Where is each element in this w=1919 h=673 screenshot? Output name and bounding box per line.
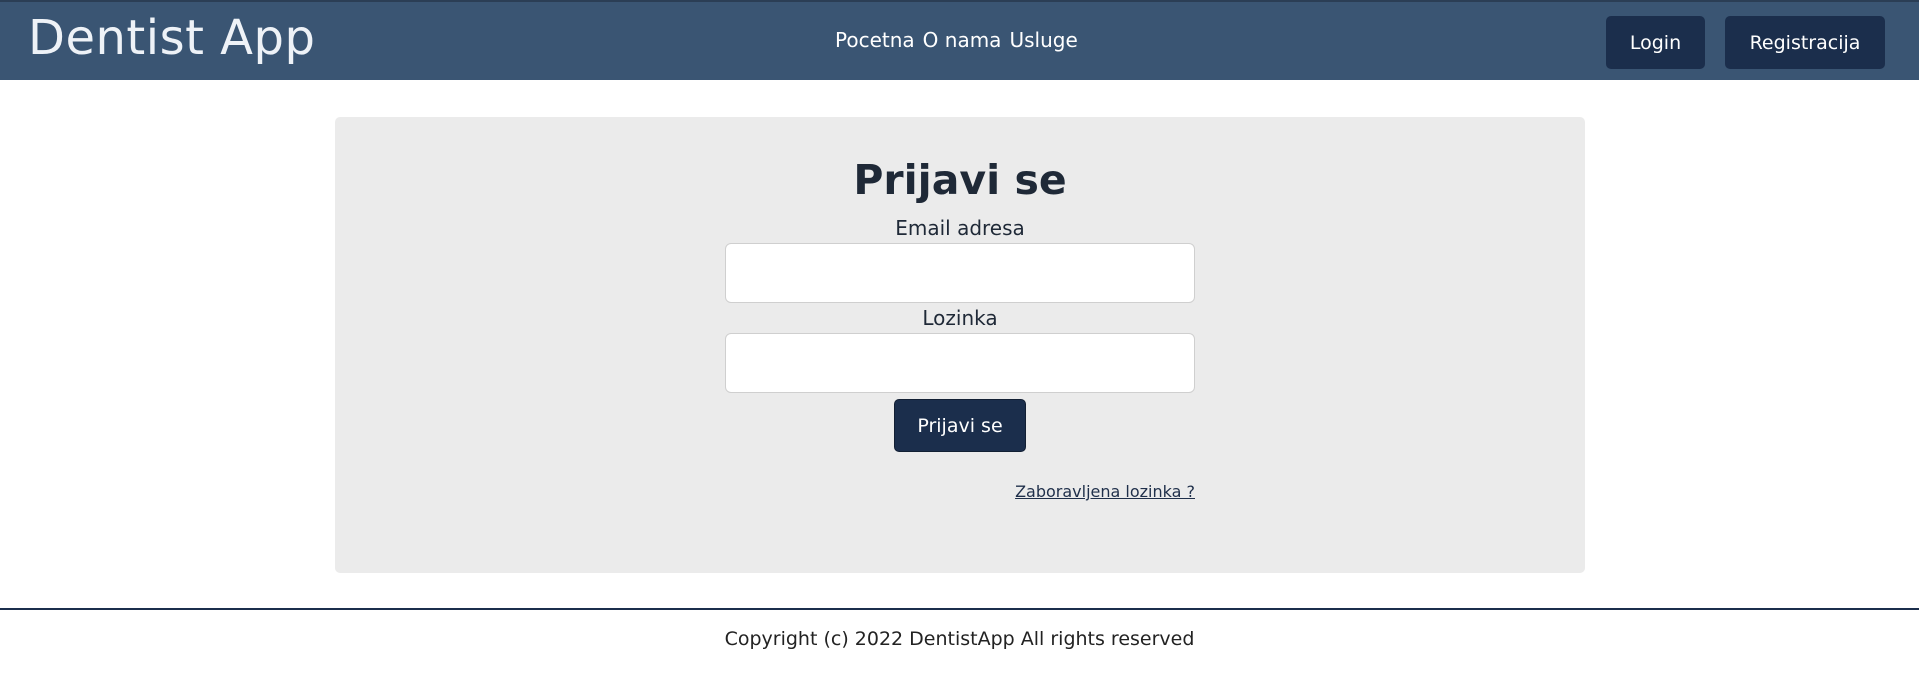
- submit-login-button[interactable]: Prijavi se: [894, 399, 1026, 452]
- login-card: Prijavi se Email adresa Lozinka Prijavi …: [335, 117, 1585, 573]
- nav-link-o-nama[interactable]: O nama: [923, 28, 1002, 52]
- login-button[interactable]: Login: [1606, 16, 1705, 69]
- email-field[interactable]: [725, 243, 1195, 303]
- password-field[interactable]: [725, 333, 1195, 393]
- email-label: Email adresa: [895, 216, 1025, 240]
- brand-logo[interactable]: Dentist App: [28, 8, 315, 68]
- nav-link-usluge[interactable]: Usluge: [1009, 28, 1077, 52]
- nav-links: Pocetna O nama Usluge: [835, 28, 1078, 52]
- nav-link-pocetna[interactable]: Pocetna: [835, 28, 915, 52]
- page-title: Prijavi se: [853, 156, 1067, 204]
- footer-divider: [0, 608, 1919, 610]
- footer-copyright: Copyright (c) 2022 DentistApp All rights…: [724, 628, 1195, 650]
- navbar: Dentist App Pocetna O nama Usluge Login …: [0, 0, 1919, 80]
- password-label: Lozinka: [922, 306, 998, 330]
- register-button[interactable]: Registracija: [1725, 16, 1885, 69]
- forgot-password-link[interactable]: Zaboravljena lozinka ?: [1015, 482, 1195, 501]
